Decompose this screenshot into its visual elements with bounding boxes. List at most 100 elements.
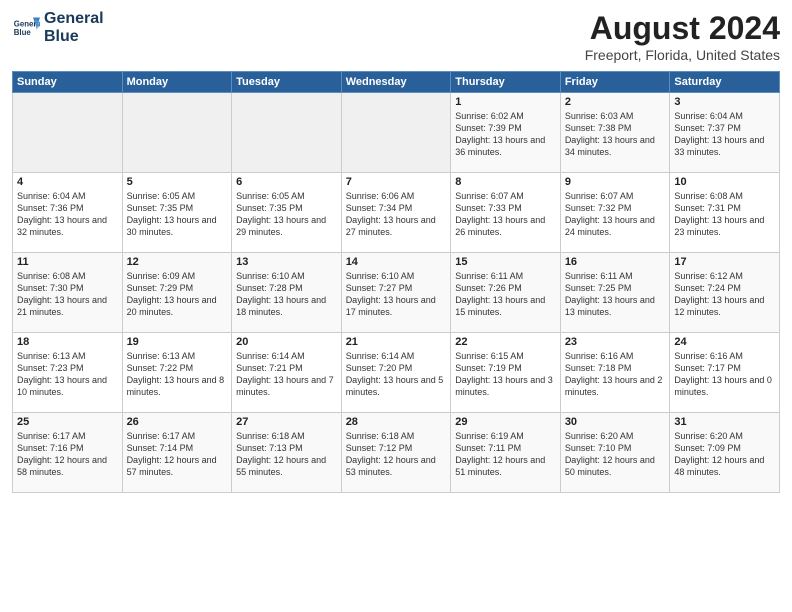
day-number: 9	[565, 176, 666, 188]
calendar-cell: 2 Sunrise: 6:03 AMSunset: 7:38 PMDaylight…	[560, 93, 670, 173]
cell-info: Sunrise: 6:16 AMSunset: 7:18 PMDaylight:…	[565, 350, 666, 399]
day-number: 20	[236, 336, 337, 348]
svg-text:Blue: Blue	[14, 28, 32, 37]
day-number: 21	[346, 336, 447, 348]
calendar-cell: 14Sunrise: 6:10 AMSunset: 7:27 PMDayligh…	[341, 253, 451, 333]
calendar-cell: 23 Sunrise: 6:16 AMSunset: 7:18 PMDayligh…	[560, 333, 670, 413]
cell-info: Sunrise: 6:08 AMSunset: 7:31 PMDaylight:…	[674, 190, 775, 239]
calendar-cell: 25 Sunrise: 6:17 AMSunset: 7:16 PMDayligh…	[13, 413, 123, 493]
col-header-monday: Monday	[122, 72, 232, 93]
cell-info: Sunrise: 6:14 AMSunset: 7:21 PMDaylight:…	[236, 350, 337, 399]
day-number: 13	[236, 256, 337, 268]
col-header-sunday: Sunday	[13, 72, 123, 93]
cell-info: Sunrise: 6:13 AMSunset: 7:22 PMDaylight:…	[127, 350, 228, 399]
cell-info: Sunrise: 6:03 AMSunset: 7:38 PMDaylight:…	[565, 110, 666, 159]
day-number: 16	[565, 256, 666, 268]
logo: General Blue General Blue	[12, 10, 104, 45]
cell-info: Sunrise: 6:02 AMSunset: 7:39 PMDaylight:…	[455, 110, 556, 159]
day-number: 27	[236, 416, 337, 428]
cell-info: Sunrise: 6:18 AMSunset: 7:12 PMDaylight:…	[346, 430, 447, 479]
cell-info: Sunrise: 6:13 AMSunset: 7:23 PMDaylight:…	[17, 350, 118, 399]
cell-info: Sunrise: 6:05 AMSunset: 7:35 PMDaylight:…	[127, 190, 228, 239]
month-title: August 2024	[585, 10, 780, 47]
day-number: 29	[455, 416, 556, 428]
col-header-thursday: Thursday	[451, 72, 561, 93]
cell-info: Sunrise: 6:12 AMSunset: 7:24 PMDaylight:…	[674, 270, 775, 319]
calendar-cell: 18 Sunrise: 6:13 AMSunset: 7:23 PMDayligh…	[13, 333, 123, 413]
week-row-5: 25 Sunrise: 6:17 AMSunset: 7:16 PMDayligh…	[13, 413, 780, 493]
cell-info: Sunrise: 6:17 AMSunset: 7:14 PMDaylight:…	[127, 430, 228, 479]
calendar-cell: 8 Sunrise: 6:07 AMSunset: 7:33 PMDaylight…	[451, 173, 561, 253]
header: General Blue General Blue August 2024 Fr…	[12, 10, 780, 63]
day-number: 19	[127, 336, 228, 348]
day-number: 31	[674, 416, 775, 428]
day-number: 23	[565, 336, 666, 348]
day-number: 7	[346, 176, 447, 188]
logo-text: General Blue	[44, 10, 104, 45]
cell-info: Sunrise: 6:19 AMSunset: 7:11 PMDaylight:…	[455, 430, 556, 479]
calendar-cell: 26 Sunrise: 6:17 AMSunset: 7:14 PMDayligh…	[122, 413, 232, 493]
calendar-cell: 27Sunrise: 6:18 AMSunset: 7:13 PMDayligh…	[232, 413, 342, 493]
week-row-2: 4 Sunrise: 6:04 AMSunset: 7:36 PMDaylight…	[13, 173, 780, 253]
week-row-3: 11Sunrise: 6:08 AMSunset: 7:30 PMDayligh…	[13, 253, 780, 333]
location: Freeport, Florida, United States	[585, 47, 780, 63]
day-number: 24	[674, 336, 775, 348]
cell-info: Sunrise: 6:16 AMSunset: 7:17 PMDaylight:…	[674, 350, 775, 399]
calendar-cell	[341, 93, 451, 173]
cell-info: Sunrise: 6:04 AMSunset: 7:37 PMDaylight:…	[674, 110, 775, 159]
cell-info: Sunrise: 6:09 AMSunset: 7:29 PMDaylight:…	[127, 270, 228, 319]
calendar-cell: 5Sunrise: 6:05 AMSunset: 7:35 PMDaylight…	[122, 173, 232, 253]
cell-info: Sunrise: 6:04 AMSunset: 7:36 PMDaylight:…	[17, 190, 118, 239]
col-header-friday: Friday	[560, 72, 670, 93]
header-row: SundayMondayTuesdayWednesdayThursdayFrid…	[13, 72, 780, 93]
calendar-cell: 29 Sunrise: 6:19 AMSunset: 7:11 PMDayligh…	[451, 413, 561, 493]
calendar-cell: 16 Sunrise: 6:11 AMSunset: 7:25 PMDayligh…	[560, 253, 670, 333]
day-number: 26	[127, 416, 228, 428]
cell-info: Sunrise: 6:10 AMSunset: 7:27 PMDaylight:…	[346, 270, 447, 319]
calendar-table: SundayMondayTuesdayWednesdayThursdayFrid…	[12, 71, 780, 493]
calendar-cell: 1 Sunrise: 6:02 AMSunset: 7:39 PMDaylight…	[451, 93, 561, 173]
day-number: 25	[17, 416, 118, 428]
cell-info: Sunrise: 6:11 AMSunset: 7:25 PMDaylight:…	[565, 270, 666, 319]
cell-info: Sunrise: 6:17 AMSunset: 7:16 PMDaylight:…	[17, 430, 118, 479]
col-header-saturday: Saturday	[670, 72, 780, 93]
calendar-cell: 10Sunrise: 6:08 AMSunset: 7:31 PMDayligh…	[670, 173, 780, 253]
calendar-cell: 15 Sunrise: 6:11 AMSunset: 7:26 PMDayligh…	[451, 253, 561, 333]
page-container: General Blue General Blue August 2024 Fr…	[0, 0, 792, 501]
calendar-cell: 17Sunrise: 6:12 AMSunset: 7:24 PMDayligh…	[670, 253, 780, 333]
cell-info: Sunrise: 6:07 AMSunset: 7:33 PMDaylight:…	[455, 190, 556, 239]
calendar-cell: 7 Sunrise: 6:06 AMSunset: 7:34 PMDaylight…	[341, 173, 451, 253]
week-row-4: 18 Sunrise: 6:13 AMSunset: 7:23 PMDayligh…	[13, 333, 780, 413]
calendar-cell: 11Sunrise: 6:08 AMSunset: 7:30 PMDayligh…	[13, 253, 123, 333]
calendar-cell: 30Sunrise: 6:20 AMSunset: 7:10 PMDayligh…	[560, 413, 670, 493]
calendar-cell: 6Sunrise: 6:05 AMSunset: 7:35 PMDaylight…	[232, 173, 342, 253]
day-number: 22	[455, 336, 556, 348]
cell-info: Sunrise: 6:11 AMSunset: 7:26 PMDaylight:…	[455, 270, 556, 319]
calendar-cell: 21Sunrise: 6:14 AMSunset: 7:20 PMDayligh…	[341, 333, 451, 413]
logo-icon: General Blue	[12, 14, 40, 42]
day-number: 4	[17, 176, 118, 188]
day-number: 1	[455, 96, 556, 108]
day-number: 12	[127, 256, 228, 268]
calendar-cell	[122, 93, 232, 173]
calendar-cell: 3 Sunrise: 6:04 AMSunset: 7:37 PMDaylight…	[670, 93, 780, 173]
calendar-cell: 20 Sunrise: 6:14 AMSunset: 7:21 PMDayligh…	[232, 333, 342, 413]
calendar-cell: 28Sunrise: 6:18 AMSunset: 7:12 PMDayligh…	[341, 413, 451, 493]
col-header-tuesday: Tuesday	[232, 72, 342, 93]
day-number: 6	[236, 176, 337, 188]
week-row-1: 1 Sunrise: 6:02 AMSunset: 7:39 PMDaylight…	[13, 93, 780, 173]
calendar-cell: 13 Sunrise: 6:10 AMSunset: 7:28 PMDayligh…	[232, 253, 342, 333]
cell-info: Sunrise: 6:10 AMSunset: 7:28 PMDaylight:…	[236, 270, 337, 319]
day-number: 18	[17, 336, 118, 348]
day-number: 2	[565, 96, 666, 108]
cell-info: Sunrise: 6:06 AMSunset: 7:34 PMDaylight:…	[346, 190, 447, 239]
day-number: 30	[565, 416, 666, 428]
cell-info: Sunrise: 6:07 AMSunset: 7:32 PMDaylight:…	[565, 190, 666, 239]
title-block: August 2024 Freeport, Florida, United St…	[585, 10, 780, 63]
calendar-cell: 31Sunrise: 6:20 AMSunset: 7:09 PMDayligh…	[670, 413, 780, 493]
day-number: 3	[674, 96, 775, 108]
day-number: 8	[455, 176, 556, 188]
day-number: 15	[455, 256, 556, 268]
day-number: 11	[17, 256, 118, 268]
calendar-cell: 12 Sunrise: 6:09 AMSunset: 7:29 PMDayligh…	[122, 253, 232, 333]
